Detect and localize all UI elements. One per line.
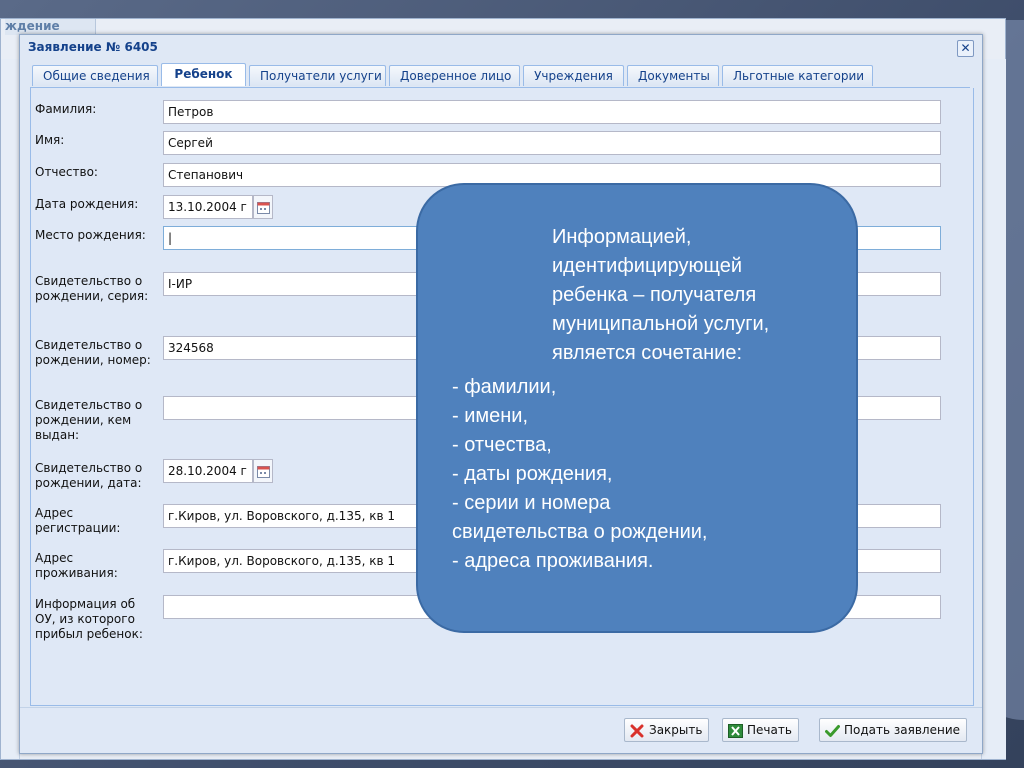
callout-heading-line: ребенка – получателя <box>552 284 757 306</box>
cert-date-label: Свидетельство о рождении, дата: <box>35 461 143 490</box>
reg-address-label: Адрес регистрации: <box>35 506 121 535</box>
callout-list: - фамилии, - имени, - отчества, - даты р… <box>452 373 852 576</box>
live-address-label: Адрес проживания: <box>35 551 118 580</box>
tab-institutions[interactable]: Учреждения <box>523 65 624 86</box>
info-callout: Информацией, идентифицирующей ребенка – … <box>416 183 858 633</box>
callout-heading-line: является сочетание: <box>552 342 743 364</box>
callout-list-item: - серии и номера <box>452 492 611 514</box>
submit-application-button[interactable]: Подать заявление <box>819 718 967 742</box>
patronymic-label: Отчество: <box>35 165 98 179</box>
tab-benefit-categories[interactable]: Льготные категории <box>722 65 873 86</box>
callout-heading-line: идентифицирующей <box>552 255 743 277</box>
background-window-left-edge <box>1 59 20 759</box>
birth-place-label: Место рождения: <box>35 228 146 242</box>
print-button-label: Печать <box>747 723 792 737</box>
callout-list-item: - фамилии, <box>452 376 557 398</box>
tab-general-info[interactable]: Общие сведения <box>32 65 158 86</box>
cert-number-label: Свидетельство о рождении, номер: <box>35 338 151 367</box>
callout-heading: Информацией, идентифицирующей ребенка – … <box>552 223 852 368</box>
callout-heading-line: муниципальной услуги, <box>552 313 770 335</box>
cert-issued-by-label: Свидетельство о рождении, кем выдан: <box>35 398 143 442</box>
close-icon[interactable]: ✕ <box>957 40 974 57</box>
tab-service-recipients[interactable]: Получатели услуги <box>249 65 386 86</box>
close-button-label: Закрыть <box>649 723 703 737</box>
tab-trusted-person[interactable]: Доверенное лицо <box>389 65 520 86</box>
print-button[interactable]: Печать <box>722 718 799 742</box>
calendar-icon[interactable] <box>253 459 273 483</box>
background-window-title: ждение <box>5 19 96 35</box>
last-name-input[interactable]: Петров <box>163 100 941 124</box>
prev-school-label: Информация об ОУ, из которого прибыл реб… <box>35 597 143 641</box>
close-button[interactable]: Закрыть <box>624 718 710 745</box>
dialog-button-bar: Закрыть Печать Подать заявление <box>20 707 982 752</box>
cancel-x-icon <box>630 723 644 745</box>
dialog-title: Заявление № 6405 <box>28 40 158 54</box>
callout-list-item: - имени, <box>452 405 529 427</box>
tab-documents[interactable]: Документы <box>627 65 719 86</box>
callout-list-item: - отчества, <box>452 434 552 456</box>
callout-list-item: - даты рождения, <box>452 463 613 485</box>
last-name-label: Фамилия: <box>35 102 97 116</box>
checkmark-icon <box>825 723 840 745</box>
first-name-input[interactable]: Сергей <box>163 131 941 155</box>
tab-child[interactable]: Ребенок <box>161 63 246 86</box>
first-name-label: Имя: <box>35 133 65 147</box>
birth-date-label: Дата рождения: <box>35 197 139 211</box>
background-window-right-edge <box>981 59 1006 759</box>
cert-series-label: Свидетельство о рождении, серия: <box>35 274 149 303</box>
birth-date-input[interactable]: 13.10.2004 г <box>163 195 253 219</box>
calendar-icon[interactable] <box>253 195 273 219</box>
spreadsheet-icon <box>728 723 743 745</box>
tab-bar: Общие сведения Ребенок Получатели услуги… <box>30 63 970 88</box>
submit-button-label: Подать заявление <box>844 723 960 737</box>
callout-heading-line: Информацией, <box>552 226 692 248</box>
cert-date-input[interactable]: 28.10.2004 г <box>163 459 253 483</box>
callout-list-item: - адреса проживания. <box>452 550 654 572</box>
callout-list-item: свидетельства о рождении, <box>452 521 708 543</box>
